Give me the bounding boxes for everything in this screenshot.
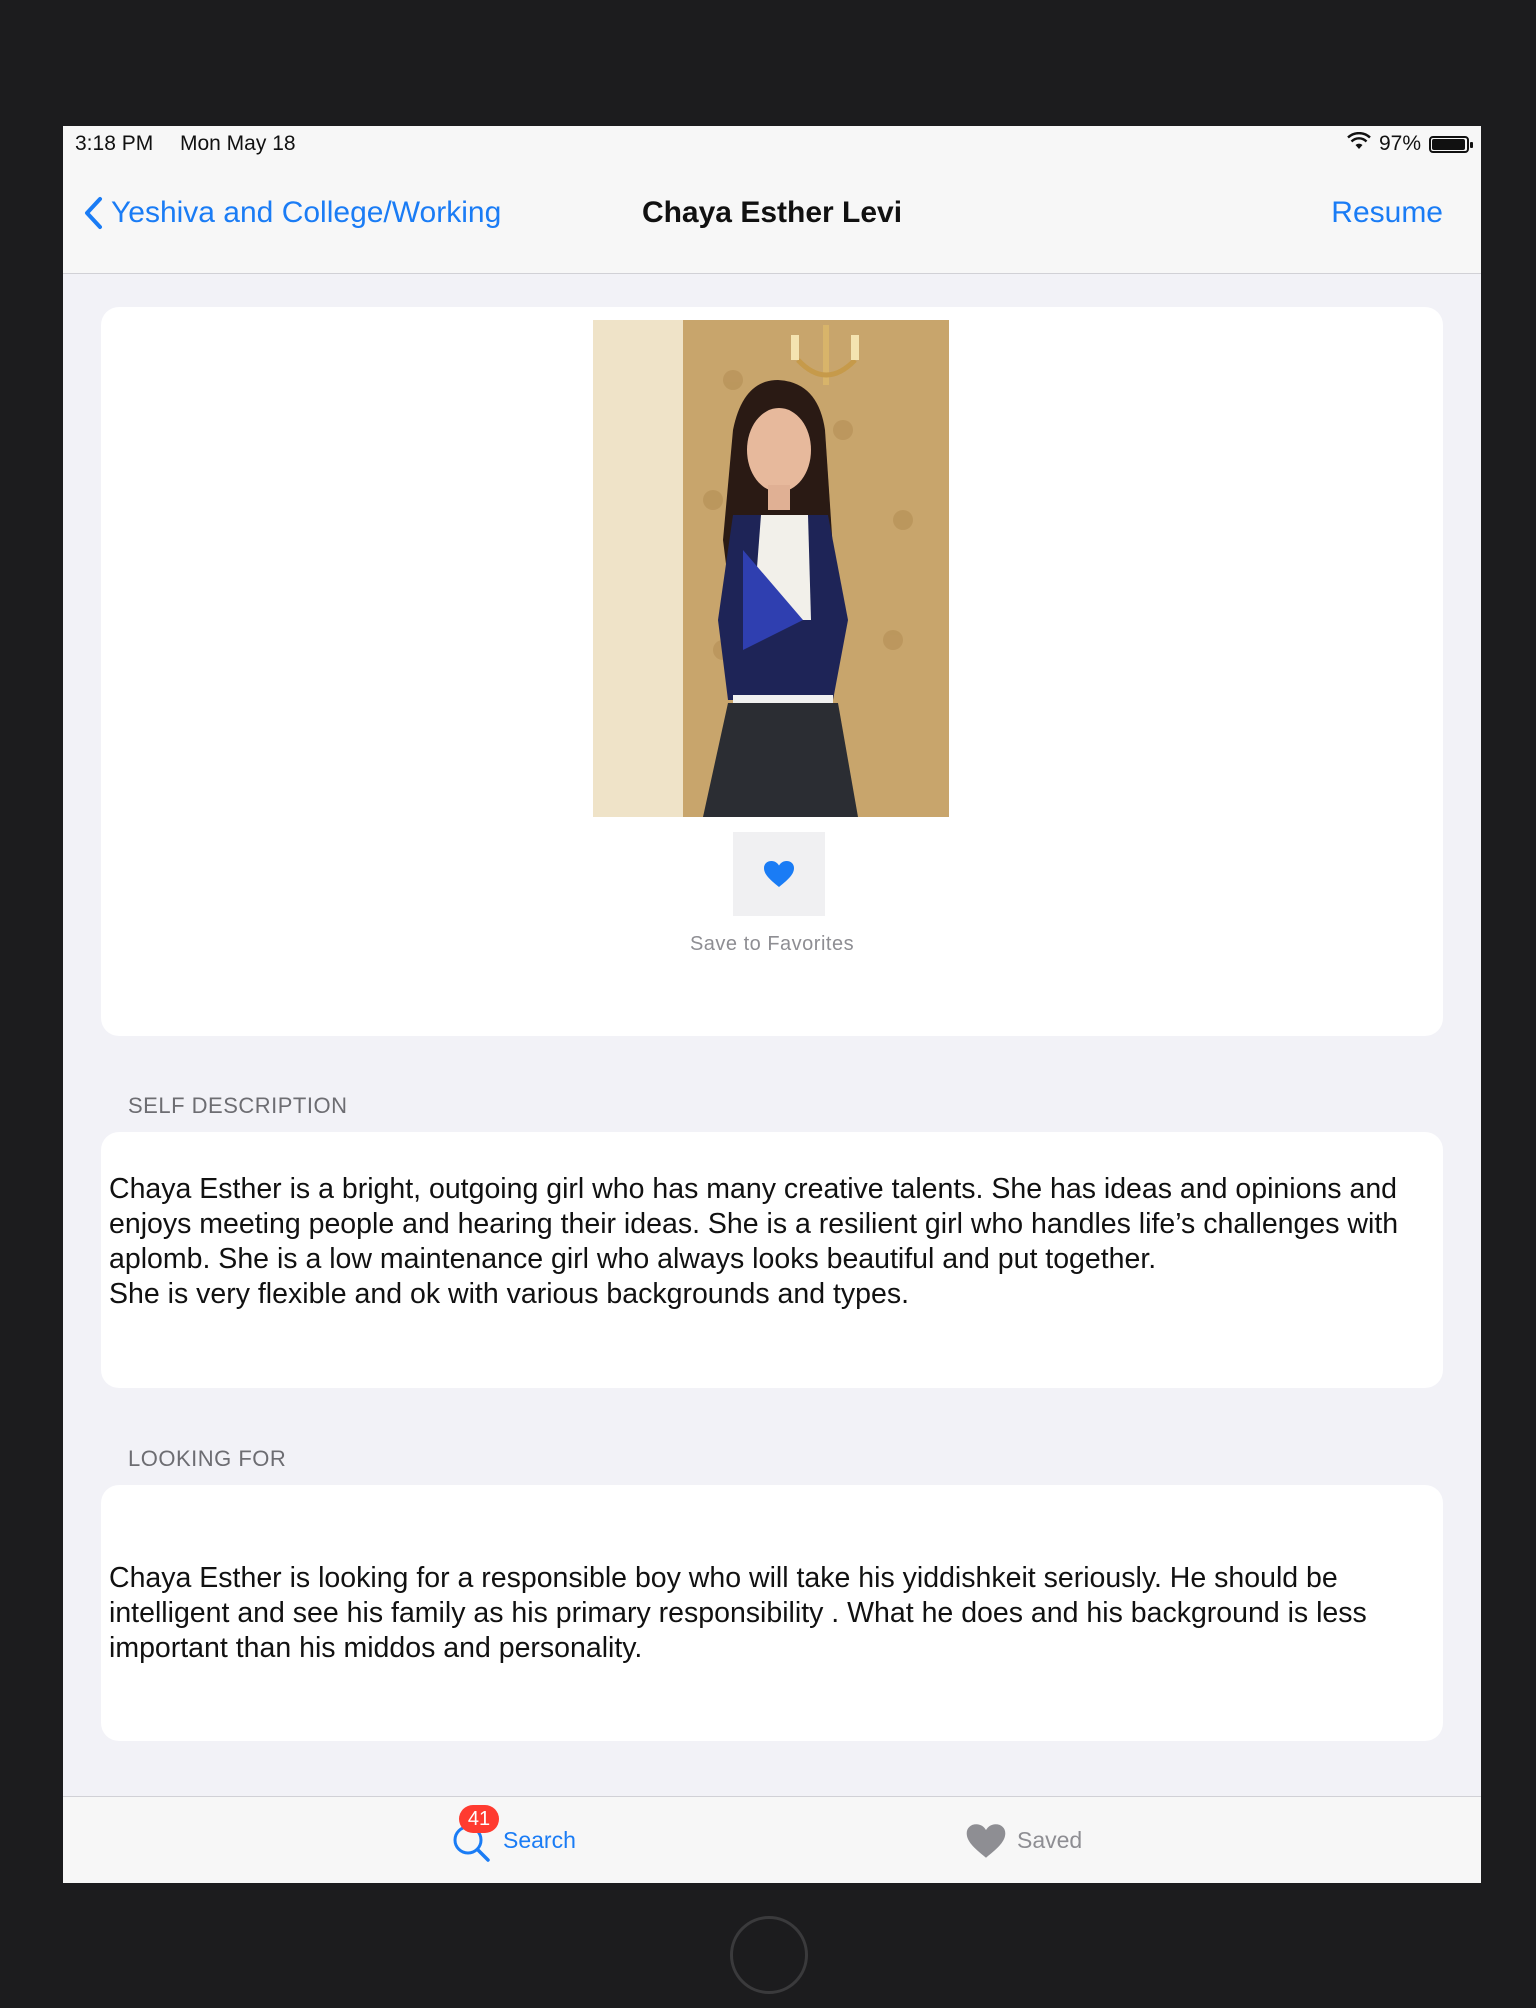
self-description-text: Chaya Esther is a bright, outgoing girl … — [109, 1173, 1399, 1310]
status-right: 97% — [1347, 131, 1473, 156]
profile-card: Save to Favorites — [101, 307, 1443, 1036]
tab-search[interactable]: Search 41 — [451, 1797, 576, 1883]
save-to-favorites-button[interactable] — [733, 832, 825, 916]
battery-percent: 97% — [1378, 132, 1421, 155]
home-button[interactable] — [730, 1916, 808, 1994]
wifi-icon — [1347, 131, 1371, 156]
tab-search-label: Search — [503, 1827, 576, 1853]
self-description-header: SELF DESCRIPTION — [128, 1093, 348, 1118]
battery-fill — [1432, 138, 1465, 150]
heart-icon — [966, 1823, 1006, 1858]
looking-for-card: Chaya Esther is looking for a responsibl… — [101, 1485, 1443, 1741]
tab-bar: Search 41 Saved — [63, 1796, 1481, 1883]
self-description-card: Chaya Esther is a bright, outgoing girl … — [101, 1132, 1443, 1388]
search-badge: 41 — [459, 1805, 499, 1833]
tab-saved[interactable]: Saved — [965, 1797, 1082, 1883]
navigation-bar: Yeshiva and College/Working Chaya Esther… — [63, 162, 1481, 274]
profile-photo[interactable] — [593, 320, 949, 817]
device-screen: 3:18 PM Mon May 18 97% Yeshiva and Colle… — [63, 126, 1481, 1883]
save-to-favorites-label: Save to Favorites — [689, 933, 855, 955]
looking-for-text: Chaya Esther is looking for a responsibl… — [109, 1562, 1367, 1664]
page-title: Chaya Esther Levi — [641, 196, 903, 229]
status-time: 3:18 PM — [75, 132, 154, 155]
status-date: Mon May 18 — [180, 132, 296, 155]
heart-icon — [764, 861, 794, 887]
looking-for-header: LOOKING FOR — [128, 1446, 287, 1471]
status-bar: 3:18 PM Mon May 18 97% — [63, 126, 1481, 162]
resume-button[interactable]: Resume — [1331, 196, 1443, 230]
tab-saved-label: Saved — [1017, 1827, 1083, 1853]
battery-icon — [1429, 135, 1473, 153]
